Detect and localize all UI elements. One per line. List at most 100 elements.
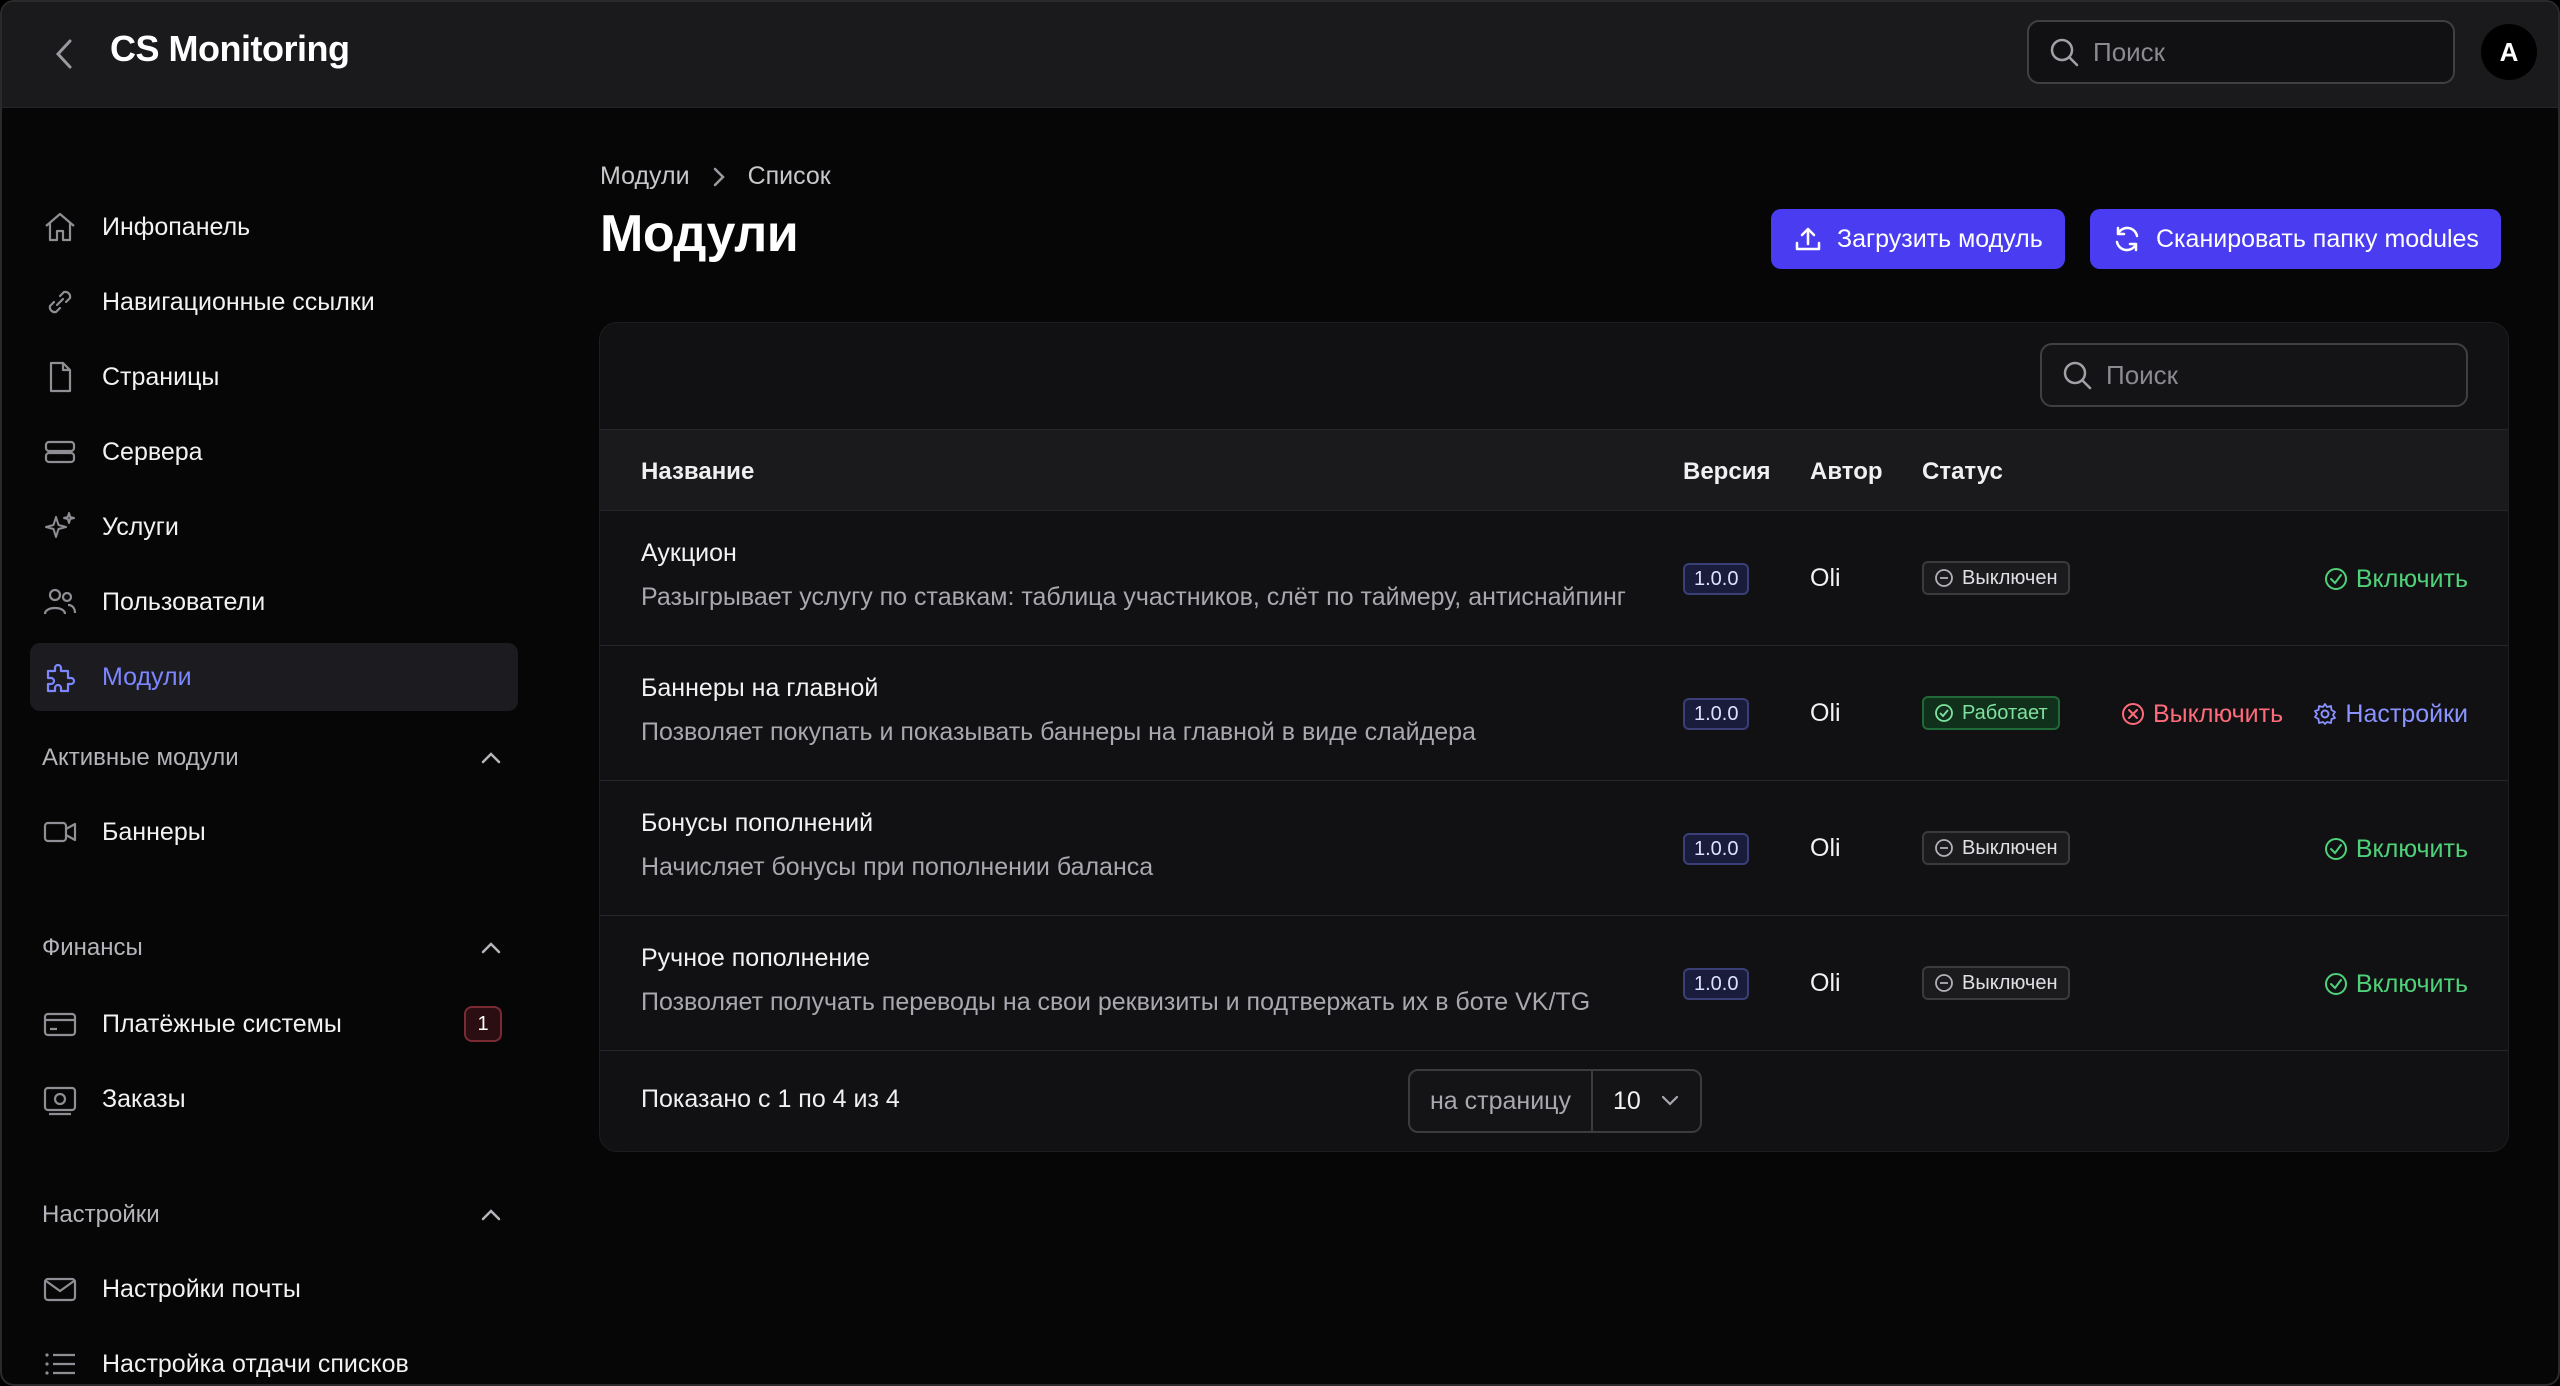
table-footer: Показано с 1 по 4 из 4 на страницу 10 (600, 1047, 2508, 1151)
sidebar-item-nav-links[interactable]: Навигационные ссылки (30, 268, 518, 336)
mail-icon (42, 1271, 78, 1307)
column-version: Версия (1683, 458, 1771, 485)
status-badge: Выключен (1922, 966, 2070, 1000)
sidebar-item-pages[interactable]: Страницы (30, 343, 518, 411)
scan-modules-button[interactable]: Сканировать папку modules (2090, 209, 2501, 269)
module-name: Бонусы пополнений (641, 809, 874, 837)
per-page-dropdown[interactable]: 10 (1593, 1087, 1700, 1116)
column-author: Автор (1810, 458, 1883, 485)
sidebar: Инфопанель Навигационные ссылки Страницы… (2, 108, 542, 1384)
section-settings[interactable]: Настройки (42, 1195, 502, 1235)
per-page-select[interactable]: на страницу 10 (1408, 1069, 1702, 1133)
sidebar-item-users[interactable]: Пользователи (30, 568, 518, 636)
enable-button[interactable]: Включить (2324, 561, 2468, 597)
enable-button[interactable]: Включить (2324, 831, 2468, 867)
sidebar-item-banners[interactable]: Баннеры (30, 798, 518, 866)
search-icon (2063, 361, 2092, 390)
sidebar-item-payment-systems[interactable]: Платёжные системы 1 (30, 990, 518, 1058)
chevron-left-icon (55, 39, 72, 69)
back-button[interactable] (42, 32, 86, 76)
minus-circle-icon (1934, 973, 1954, 993)
home-icon (42, 209, 78, 245)
chevron-right-icon (712, 166, 726, 188)
document-icon (42, 359, 78, 395)
check-circle-icon (2324, 972, 2348, 996)
refresh-icon (2112, 224, 2142, 254)
module-description: Позволяет получать переводы на свои рекв… (641, 988, 1591, 1016)
table-search-input[interactable] (2106, 359, 2426, 391)
chevron-up-icon (481, 752, 501, 764)
app-window: CS Monitoring A Инфопанель Навигационные… (0, 0, 2560, 1386)
module-author: Oli (1810, 969, 1841, 997)
table-row: Баннеры на главной Позволяет покупать и … (600, 646, 2508, 781)
status-badge: Выключен (1922, 831, 2070, 865)
list-icon (42, 1346, 78, 1382)
module-name: Аукцион (641, 539, 737, 567)
check-circle-icon (1934, 703, 1954, 723)
enable-button[interactable]: Включить (2324, 966, 2468, 1002)
version-badge: 1.0.0 (1683, 833, 1750, 865)
column-status: Статус (1922, 458, 2003, 485)
gear-icon (2313, 702, 2337, 726)
sidebar-item-servers[interactable]: Сервера (30, 418, 518, 486)
breadcrumb-modules[interactable]: Модули (600, 162, 690, 191)
top-bar: CS Monitoring A (2, 2, 2558, 108)
users-icon (42, 584, 78, 620)
table-header: Название Версия Автор Статус (600, 429, 2508, 511)
sidebar-item-services[interactable]: Услуги (30, 493, 518, 561)
upload-module-button[interactable]: Загрузить модуль (1771, 209, 2065, 269)
modules-table-card: Название Версия Автор Статус Аукцион Раз… (599, 322, 2509, 1152)
upload-icon (1793, 224, 1823, 254)
status-badge: Выключен (1922, 561, 2070, 595)
chevron-up-icon (481, 1209, 501, 1221)
page-title: Модули (600, 205, 799, 263)
server-icon (42, 434, 78, 470)
version-badge: 1.0.0 (1683, 698, 1750, 730)
chevron-down-icon (1661, 1095, 1679, 1106)
sidebar-item-list-settings[interactable]: Настройка отдачи списков (30, 1330, 518, 1384)
receipt-icon (42, 1081, 78, 1117)
puzzle-icon (42, 659, 78, 695)
module-description: Начисляет бонусы при пополнении баланса (641, 853, 1154, 881)
per-page-label: на страницу (1410, 1071, 1594, 1131)
sidebar-item-modules[interactable]: Модули (30, 643, 518, 711)
pagination-summary: Показано с 1 по 4 из 4 (641, 1085, 900, 1113)
search-icon (2050, 38, 2079, 67)
global-search-input[interactable] (2093, 36, 2413, 68)
module-description: Разыгрывает услугу по ставкам: таблица у… (641, 583, 1626, 611)
sparkles-icon (42, 509, 78, 545)
minus-circle-icon (1934, 568, 1954, 588)
module-author: Oli (1810, 699, 1841, 727)
breadcrumb: Модули Список (600, 162, 831, 191)
minus-circle-icon (1934, 838, 1954, 858)
column-name: Название (641, 458, 755, 485)
video-icon (42, 814, 78, 850)
settings-button[interactable]: Настройки (2313, 696, 2468, 732)
app-title: CS Monitoring (110, 28, 350, 69)
breadcrumb-list: Список (747, 162, 831, 190)
global-search[interactable] (2027, 20, 2455, 84)
check-circle-icon (2324, 567, 2348, 591)
avatar[interactable]: A (2481, 24, 2537, 80)
module-author: Oli (1810, 564, 1841, 592)
notification-badge: 1 (464, 1006, 502, 1042)
version-badge: 1.0.0 (1683, 968, 1750, 1000)
section-active-modules[interactable]: Активные модули (42, 738, 502, 778)
sidebar-item-dashboard[interactable]: Инфопанель (30, 193, 518, 261)
sidebar-item-mail-settings[interactable]: Настройки почты (30, 1255, 518, 1323)
table-row: Бонусы пополнений Начисляет бонусы при п… (600, 781, 2508, 916)
status-badge: Работает (1922, 696, 2060, 730)
module-name: Ручное пополнение (641, 944, 871, 972)
check-circle-icon (2324, 837, 2348, 861)
table-search[interactable] (2040, 343, 2468, 407)
sidebar-item-orders[interactable]: Заказы (30, 1065, 518, 1133)
module-name: Баннеры на главной (641, 674, 879, 702)
disable-button[interactable]: Выключить (2121, 696, 2283, 732)
credit-card-icon (42, 1006, 78, 1042)
table-row: Аукцион Разыгрывает услугу по ставкам: т… (600, 511, 2508, 646)
version-badge: 1.0.0 (1683, 563, 1750, 595)
section-finance[interactable]: Финансы (42, 928, 502, 968)
table-row: Ручное пополнение Позволяет получать пер… (600, 916, 2508, 1051)
link-icon (42, 284, 78, 320)
module-author: Oli (1810, 834, 1841, 862)
